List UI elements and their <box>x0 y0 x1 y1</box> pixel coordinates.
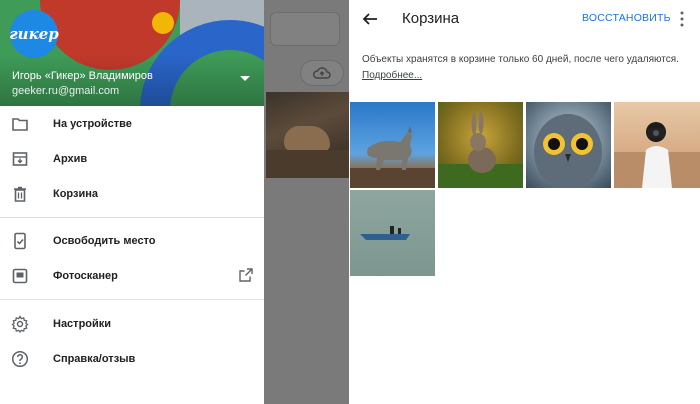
learn-more-link[interactable]: Подробнее... <box>362 70 422 81</box>
drawer-item-archive[interactable]: Архив <box>0 142 264 176</box>
avatar[interactable]: гикер <box>9 10 59 58</box>
trash-screen: Корзина ВОССТАНОВИТЬ Объекты хранятся в … <box>349 0 700 404</box>
drawer-item-label: Настройки <box>53 318 112 330</box>
trash-photo-woman-with-camera[interactable] <box>614 102 700 188</box>
restore-button[interactable]: ВОССТАНОВИТЬ <box>582 12 671 24</box>
account-switcher-dropdown-icon[interactable] <box>240 76 250 81</box>
drawer-item-label: На устройстве <box>53 118 132 130</box>
background-photo-thumbnail <box>266 92 349 178</box>
folder-icon <box>12 118 28 131</box>
drawer-item-free-up-space[interactable]: Освободить место <box>0 224 264 258</box>
drawer-item-label: Фотосканер <box>53 270 118 282</box>
trash-photo-rabbit[interactable] <box>438 102 523 188</box>
drawer-item-label: Корзина <box>53 188 98 200</box>
trash-retention-notice: Объекты хранятся в корзине только 60 дне… <box>362 54 679 65</box>
account-email: geeker.ru@gmail.com <box>12 85 120 97</box>
rabbit-image <box>438 112 523 188</box>
owl-image <box>534 114 602 188</box>
drawer-item-label: Архив <box>53 153 88 165</box>
trash-info-text: Объекты хранятся в корзине только 60 дне… <box>362 52 692 84</box>
archive-icon <box>12 152 28 166</box>
drawer-item-trash[interactable]: Корзина <box>0 177 264 211</box>
drawer-divider <box>0 299 264 300</box>
back-arrow-icon[interactable] <box>361 10 379 28</box>
drawer-item-help-feedback[interactable]: Справка/отзыв <box>0 342 264 376</box>
drawer-item-settings[interactable]: Настройки <box>0 307 264 341</box>
drawer-item-on-device[interactable]: На устройстве <box>0 107 264 141</box>
photos-app-with-drawer: гикер Игорь «Гикер» Владимиров geeker.ru… <box>0 0 349 404</box>
trash-photo-owl[interactable] <box>526 102 611 188</box>
cloud-icon <box>300 60 344 86</box>
photoscan-icon <box>12 268 28 284</box>
wolf-image <box>350 126 435 188</box>
drawer-item-label: Справка/отзыв <box>53 353 136 365</box>
background-search-bar <box>270 12 340 46</box>
page-title: Корзина <box>402 10 460 27</box>
external-link-icon <box>239 268 253 282</box>
screen: гикер Игорь «Гикер» Владимиров geeker.ru… <box>0 0 700 404</box>
gear-icon <box>11 315 29 333</box>
account-name: Игорь «Гикер» Владимиров <box>12 70 153 82</box>
navigation-drawer: гикер Игорь «Гикер» Владимиров geeker.ru… <box>0 0 264 404</box>
phone-free-space-icon <box>14 232 26 250</box>
woman-with-camera-image <box>614 122 700 188</box>
more-options-icon[interactable] <box>680 11 684 27</box>
background-content-scrim[interactable] <box>264 0 349 404</box>
trash-icon <box>14 186 26 202</box>
drawer-item-photoscan[interactable]: Фотосканер <box>0 259 264 293</box>
drawer-item-label: Освободить место <box>53 235 156 247</box>
help-icon <box>11 350 29 368</box>
trash-photo-boat[interactable] <box>350 190 435 276</box>
boat-image <box>360 226 410 240</box>
account-header: гикер Игорь «Гикер» Владимиров geeker.ru… <box>0 0 264 106</box>
drawer-divider <box>0 217 264 218</box>
trash-photo-wolf[interactable] <box>350 102 435 188</box>
